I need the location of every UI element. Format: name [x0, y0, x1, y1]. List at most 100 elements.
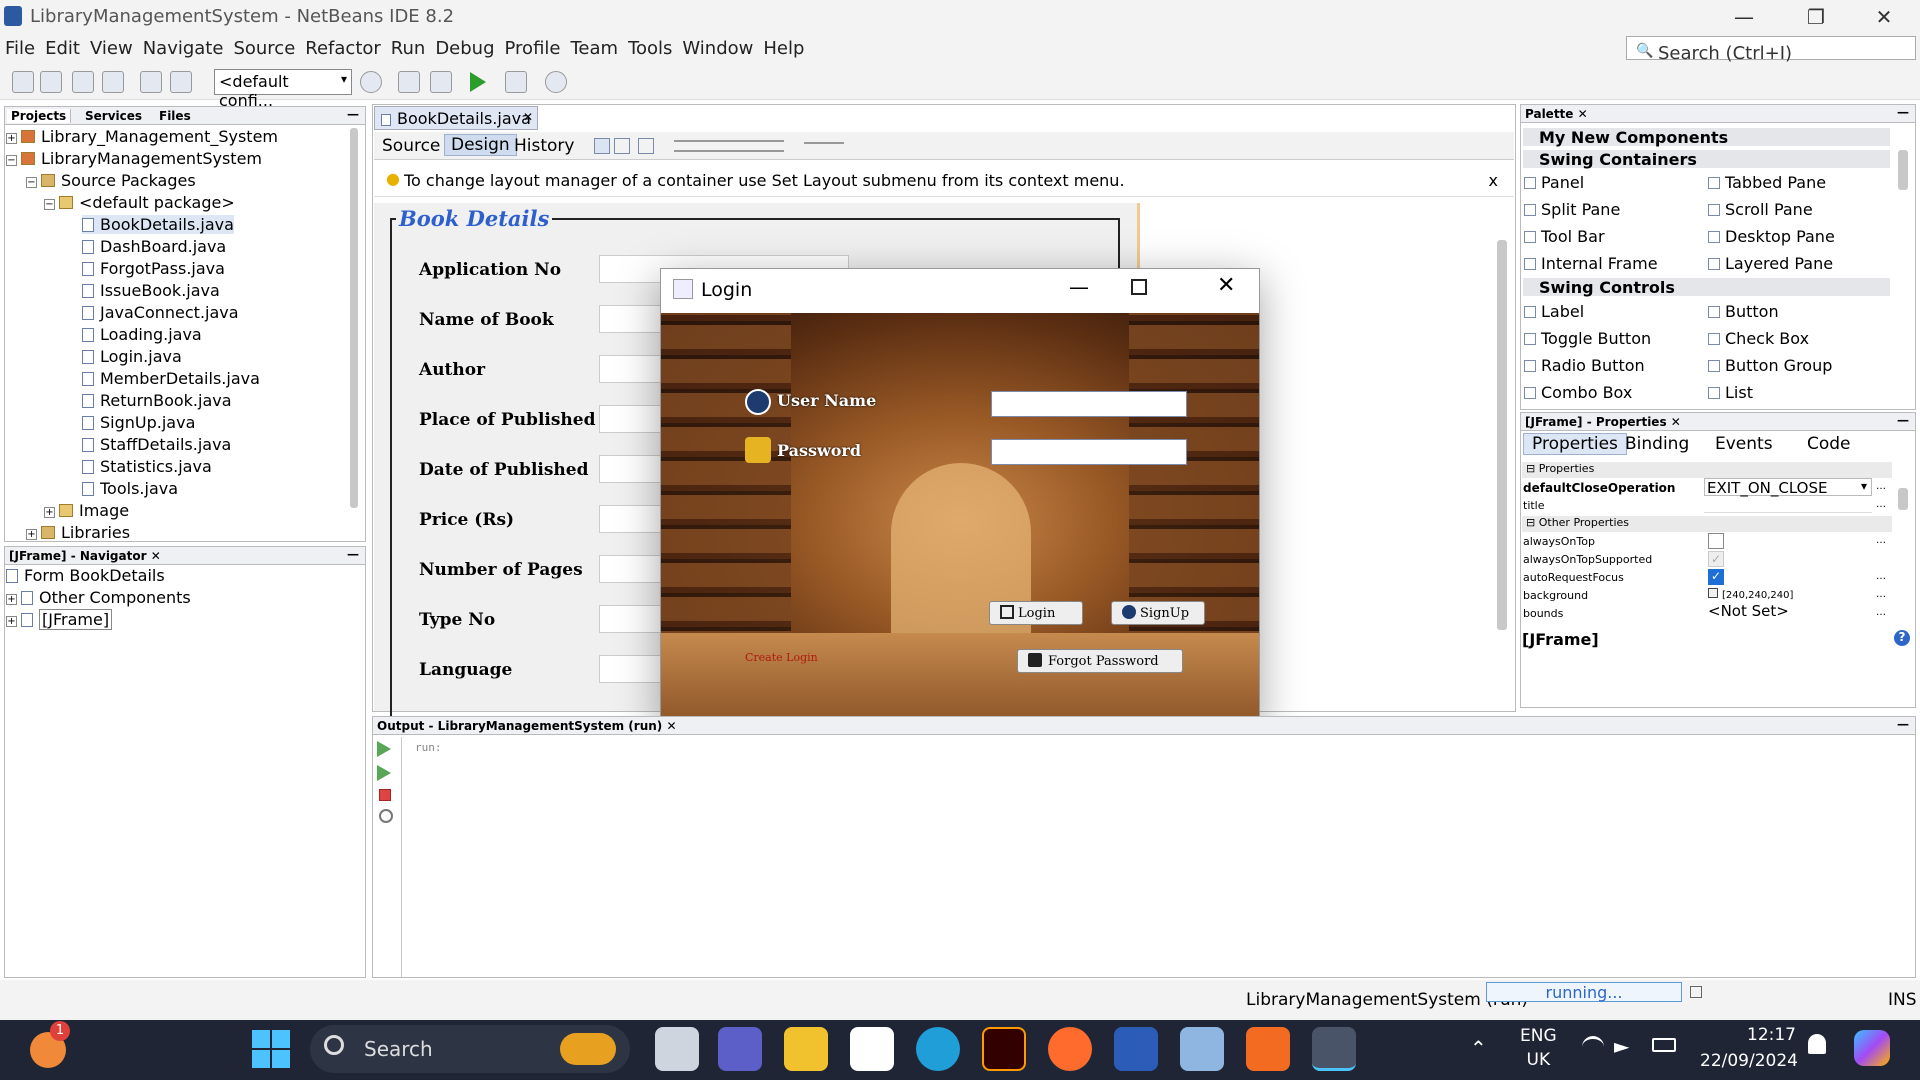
palette-list[interactable]: List: [1708, 383, 1753, 402]
config-select[interactable]: <default confi... ▾: [214, 69, 352, 110]
login-minimize-button[interactable]: —: [1069, 275, 1089, 299]
tab-services[interactable]: Services: [81, 109, 146, 123]
palette-check-box[interactable]: Check Box: [1708, 329, 1809, 348]
signup-button[interactable]: SignUp: [1111, 601, 1205, 625]
illustrator-icon[interactable]: [982, 1027, 1026, 1071]
edge-icon[interactable]: [916, 1027, 960, 1071]
tree-file-loading[interactable]: Loading.java: [82, 325, 202, 344]
palette-button-group[interactable]: Button Group: [1708, 356, 1832, 375]
menu-edit[interactable]: Edit: [40, 34, 85, 63]
login-button[interactable]: Login: [989, 601, 1083, 625]
status-progress[interactable]: running...: [1486, 982, 1682, 1002]
wifi-icon[interactable]: [1582, 1036, 1604, 1052]
menu-file[interactable]: File: [0, 34, 40, 63]
task-view-icon[interactable]: [655, 1027, 699, 1071]
mode-history[interactable]: History: [514, 136, 574, 156]
hint-close-button[interactable]: x: [1489, 171, 1498, 190]
editor-scrollbar[interactable]: [1497, 240, 1507, 630]
menu-window[interactable]: Window: [677, 34, 758, 63]
login-close-button[interactable]: ✕: [1217, 273, 1235, 298]
menu-help[interactable]: Help: [758, 34, 809, 63]
minimize-button[interactable]: —: [1708, 0, 1780, 34]
tree-file-bookdetails[interactable]: BookDetails.java: [82, 215, 234, 234]
virtualbox-icon[interactable]: [1180, 1027, 1224, 1071]
palette-section-swing-controls[interactable]: Swing Controls: [1523, 278, 1890, 297]
tree-file-login[interactable]: Login.java: [82, 347, 182, 366]
mode-source[interactable]: Source: [382, 136, 440, 156]
java-app-icon[interactable]: [1312, 1027, 1356, 1071]
menu-team[interactable]: Team: [565, 34, 623, 63]
tree-file-javaconnect[interactable]: JavaConnect.java: [82, 303, 239, 322]
tree-file-forgotpass[interactable]: ForgotPass.java: [82, 259, 225, 278]
palette-combo-box[interactable]: Combo Box: [1524, 383, 1632, 402]
properties-scrollbar[interactable]: [1898, 488, 1908, 510]
start-button[interactable]: [252, 1030, 290, 1068]
menu-navigate[interactable]: Navigate: [138, 34, 229, 63]
group-other-properties[interactable]: ⊟ Other Properties: [1522, 516, 1892, 532]
login-maximize-button[interactable]: [1131, 279, 1147, 295]
menu-source[interactable]: Source: [228, 34, 300, 63]
restore-button[interactable]: ❐: [1780, 0, 1852, 34]
tree-file-returnbook[interactable]: ReturnBook.java: [82, 391, 232, 410]
tab-projects[interactable]: Projects: [7, 109, 72, 123]
tree-item-project1[interactable]: + Library_Management_System: [6, 127, 278, 146]
palette-internal-frame[interactable]: Internal Frame: [1524, 254, 1658, 273]
undo-icon[interactable]: [140, 71, 162, 93]
tree-file-statistics[interactable]: Statistics.java: [82, 457, 212, 476]
prop-value-background[interactable]: [240,240,240]: [1708, 588, 1793, 601]
tab-events[interactable]: Events: [1715, 434, 1773, 454]
rerun-with-args-icon[interactable]: [377, 765, 391, 781]
palette-label[interactable]: Label: [1524, 302, 1584, 321]
tab-properties[interactable]: Properties: [1523, 433, 1627, 455]
checkbox-auto-request-focus[interactable]: ✓: [1708, 569, 1724, 585]
new-file-icon[interactable]: [12, 71, 34, 93]
resize-icons[interactable]: [804, 142, 844, 150]
palette-radio-button[interactable]: Radio Button: [1524, 356, 1645, 375]
firefox-icon[interactable]: [1048, 1027, 1092, 1071]
minimize-panel-icon[interactable]: —: [1897, 105, 1909, 119]
minimize-panel-icon[interactable]: —: [1897, 717, 1909, 731]
preview-icon[interactable]: [638, 138, 654, 154]
lang-indicator[interactable]: ENG UK: [1520, 1024, 1557, 1072]
copilot-icon[interactable]: [1854, 1030, 1890, 1066]
close-icon[interactable]: ✕: [151, 549, 161, 563]
file-explorer-icon[interactable]: [784, 1027, 828, 1071]
tree-file-staffdetails[interactable]: StaffDetails.java: [82, 435, 231, 454]
globe-icon[interactable]: [360, 71, 382, 93]
palette-desktop-pane[interactable]: Desktop Pane: [1708, 227, 1835, 246]
menu-profile[interactable]: Profile: [500, 34, 566, 63]
tree-file-signup[interactable]: SignUp.java: [82, 413, 195, 432]
show-hidden-icons[interactable]: ⌃: [1470, 1036, 1487, 1060]
battery-icon[interactable]: [1652, 1038, 1676, 1052]
menu-run[interactable]: Run: [386, 34, 431, 63]
open-project-icon[interactable]: [72, 71, 94, 93]
nav-form[interactable]: Form BookDetails: [6, 566, 165, 585]
taskbar-search[interactable]: Search: [310, 1025, 630, 1073]
tree-file-dashboard[interactable]: DashBoard.java: [82, 237, 226, 256]
palette-toggle-button[interactable]: Toggle Button: [1524, 329, 1651, 348]
palette-split-pane[interactable]: Split Pane: [1524, 200, 1620, 219]
palette-section-my-components[interactable]: My New Components: [1523, 128, 1890, 147]
connection-mode-icon[interactable]: [614, 138, 630, 154]
tree-item-image[interactable]: + Image: [44, 501, 129, 520]
redo-icon[interactable]: [170, 71, 192, 93]
settings-icon[interactable]: [379, 809, 393, 823]
editor-tab[interactable]: BookDetails.java ✕: [374, 106, 538, 130]
align-icons[interactable]: [674, 140, 784, 152]
save-all-icon[interactable]: [102, 71, 124, 93]
mode-design[interactable]: Design: [444, 134, 517, 156]
clock[interactable]: 12:17 22/09/2024: [1700, 1022, 1798, 1074]
bell-icon[interactable]: [1808, 1034, 1826, 1054]
palette-tool-bar[interactable]: Tool Bar: [1524, 227, 1605, 246]
volume-icon[interactable]: ►: [1614, 1034, 1629, 1058]
tree-item-libraries[interactable]: + Libraries: [26, 523, 130, 542]
projects-scrollbar[interactable]: [350, 128, 358, 508]
palette-tabbed-pane[interactable]: Tabbed Pane: [1708, 173, 1826, 192]
tree-item-project2[interactable]: − LibraryManagementSystem: [6, 149, 262, 168]
menu-view[interactable]: View: [85, 34, 138, 63]
new-project-icon[interactable]: [40, 71, 62, 93]
nav-other-components[interactable]: + Other Components: [6, 588, 191, 607]
palette-scrollbar[interactable]: [1898, 150, 1908, 190]
tree-item-source-packages[interactable]: − Source Packages: [26, 171, 196, 190]
close-button[interactable]: ✕: [1848, 0, 1920, 34]
